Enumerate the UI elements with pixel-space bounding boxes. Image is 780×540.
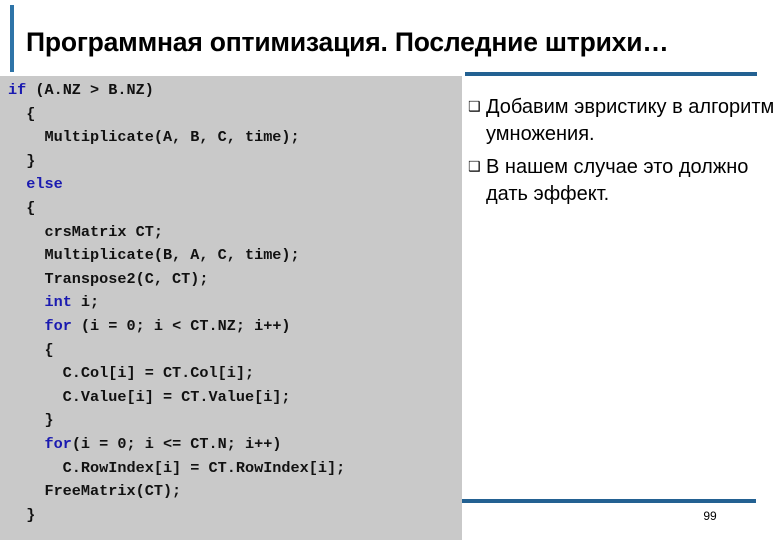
code-keyword: if: [8, 81, 27, 99]
footer-divider-rule: [462, 499, 756, 503]
code-keyword: for: [44, 316, 72, 335]
page-title: Программная оптимизация. Последние штрих…: [26, 27, 669, 57]
code-keyword: for: [44, 434, 72, 453]
code-text: {: [8, 104, 36, 123]
square-bullet-icon: ❑: [468, 99, 481, 115]
list-item-label: Добавим эвристику в алгоритм умножения.: [486, 96, 775, 145]
code-panel: if (A.NZ > B.NZ) { Multiplicate(A, B, C,…: [0, 76, 462, 540]
code-text: (i = 0; i <= CT.N; i++): [71, 434, 282, 453]
code-text: }: [8, 505, 36, 524]
code-text: i;: [71, 293, 100, 312]
code-text: Transpose2(C, CT);: [8, 269, 209, 288]
code-keyword: int: [44, 293, 72, 312]
code-text: }: [8, 411, 54, 430]
code-text: Multiplicate(A, B, C, time);: [8, 128, 300, 147]
code-text: crsMatrix CT;: [8, 222, 163, 241]
code-text: C.Value[i] = CT.Value[i];: [8, 387, 291, 406]
square-bullet-icon: ❑: [468, 159, 481, 175]
list-item: ❑ Добавим эвристику в алгоритм умножения.: [464, 94, 776, 148]
code-text: Multiplicate(B, A, C, time);: [8, 246, 300, 265]
code-text: (A.NZ > B.NZ): [26, 81, 154, 99]
code-text: }: [8, 151, 36, 170]
code-text: FreeMatrix(CT);: [8, 482, 182, 501]
list-item-label: В нашем случае это должно дать эффект.: [486, 156, 749, 205]
code-keyword: else: [26, 175, 63, 194]
title-divider-rule: [465, 72, 757, 76]
code-text: C.RowIndex[i] = CT.RowIndex[i];: [8, 458, 346, 477]
code-text: C.Col[i] = CT.Col[i];: [8, 364, 255, 383]
code-text: {: [8, 198, 36, 217]
bullet-list: ❑ Добавим эвристику в алгоритм умножения.…: [464, 94, 776, 214]
title-accent-bar: [10, 5, 14, 72]
list-item: ❑ В нашем случае это должно дать эффект.: [464, 154, 776, 208]
slide-root: Программная оптимизация. Последние штрих…: [0, 0, 780, 540]
page-number: 99: [703, 509, 717, 523]
code-block: if (A.NZ > B.NZ) { Multiplicate(A, B, C,…: [8, 79, 345, 527]
code-text: {: [8, 340, 54, 359]
code-text: (i = 0; i < CT.NZ; i++): [71, 316, 291, 335]
